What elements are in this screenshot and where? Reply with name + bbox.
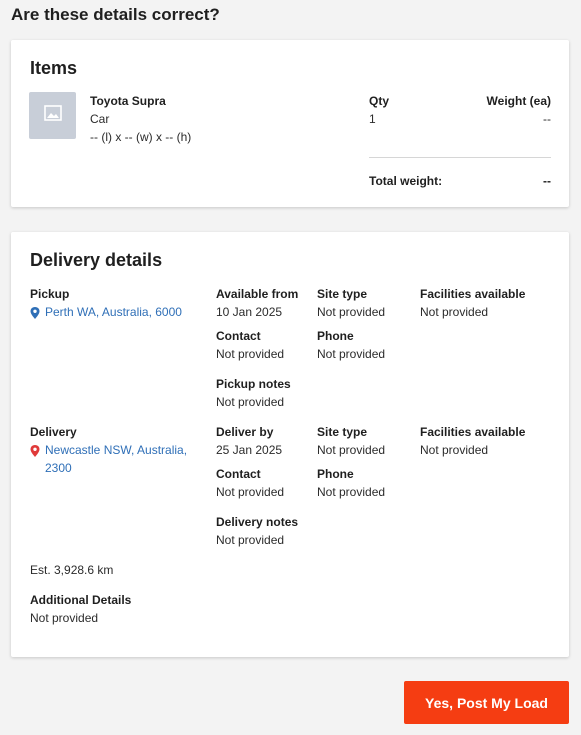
delivery-location-link[interactable]: Newcastle NSW, Australia, 2300 [45,441,187,477]
deliver-by-value: 25 Jan 2025 [216,443,283,457]
items-title: Items [30,58,78,78]
delivery-notes-label: Delivery notes [216,515,299,529]
pickup-site-type-label: Site type [317,287,368,301]
items-card: Items Toyota Supra Car -- (l) x -- (w) x… [11,40,569,207]
delivery-phone-label: Phone [317,467,354,481]
pickup-location-pin-icon [30,306,40,319]
pickup-facilities-label: Facilities available [420,287,526,301]
pickup-notes-label: Pickup notes [216,377,291,391]
qty-label: Qty [369,94,390,108]
delivery-contact-value: Not provided [216,485,285,499]
page-title: Are these details correct? [11,5,220,24]
item-thumbnail [29,92,76,139]
pickup-facilities-value: Not provided [420,305,489,319]
total-weight-label: Total weight: [369,174,443,188]
delivery-location-pin-icon [30,444,40,457]
pickup-contact-label: Contact [216,329,261,343]
delivery-notes-value: Not provided [216,533,285,547]
pickup-contact-value: Not provided [216,347,285,361]
weight-label: Weight (ea) [486,94,551,108]
delivery-facilities-value: Not provided [420,443,489,457]
delivery-details-card: Delivery details Pickup Perth WA, Austra… [11,232,569,657]
pickup-site-type-value: Not provided [317,305,386,319]
delivery-label: Delivery [30,425,77,439]
pickup-phone-value: Not provided [317,347,386,361]
available-from-value: 10 Jan 2025 [216,305,283,319]
pickup-phone-label: Phone [317,329,354,343]
delivery-location-line1: Newcastle NSW, Australia, [45,443,188,457]
delivery-details-title: Delivery details [30,250,163,270]
item-name: Toyota Supra [90,94,166,108]
qty-value: 1 [369,112,376,126]
weight-value: -- [543,112,551,126]
delivery-site-type-value: Not provided [317,443,386,457]
delivery-location-line2: 2300 [45,461,72,475]
deliver-by-label: Deliver by [216,425,274,439]
items-divider [369,157,551,158]
available-from-label: Available from [216,287,299,301]
image-placeholder-icon [43,105,62,126]
post-my-load-button[interactable]: Yes, Post My Load [404,681,569,724]
pickup-notes-value: Not provided [216,395,285,409]
estimated-distance: Est. 3,928.6 km [30,563,114,577]
pickup-label: Pickup [30,287,70,301]
total-weight-value: -- [543,174,551,188]
pickup-location-link[interactable]: Perth WA, Australia, 6000 [45,303,182,321]
delivery-site-type-label: Site type [317,425,368,439]
delivery-contact-label: Contact [216,467,261,481]
additional-details-value: Not provided [30,611,99,625]
item-dimensions: -- (l) x -- (w) x -- (h) [90,130,192,144]
item-category: Car [90,112,110,126]
delivery-facilities-label: Facilities available [420,425,526,439]
delivery-phone-value: Not provided [317,485,386,499]
additional-details-label: Additional Details [30,593,132,607]
